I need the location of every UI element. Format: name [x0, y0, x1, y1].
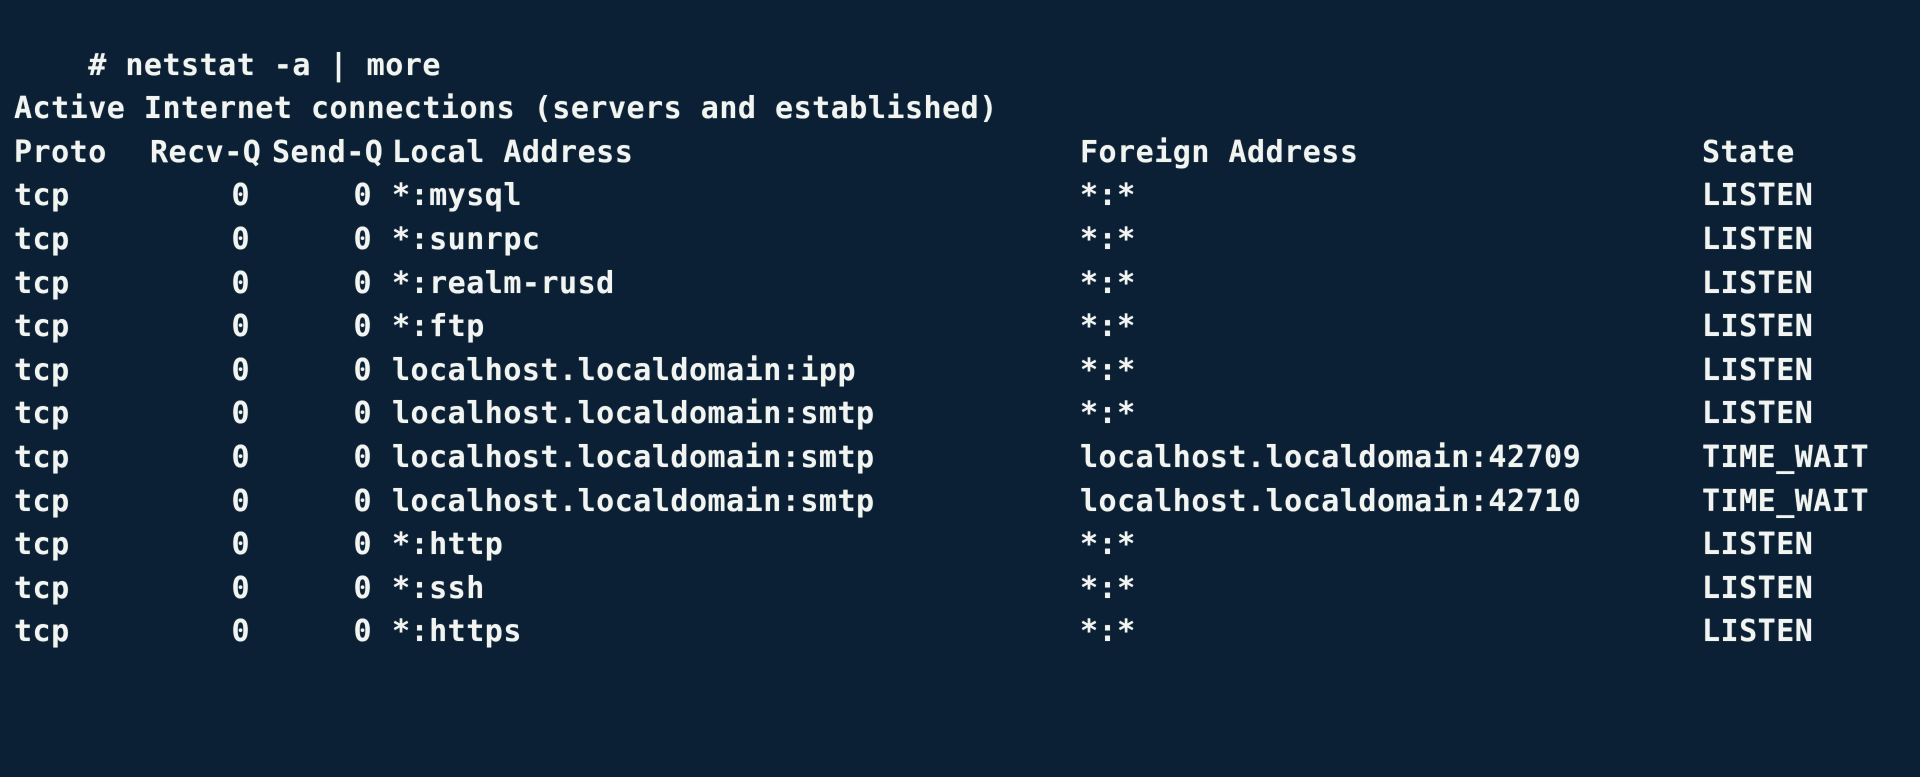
table-row: tcp 0 0 *:mysql *:* LISTEN — [0, 174, 1920, 218]
cell-state: LISTEN — [1702, 265, 1814, 301]
cell-recv-q: 0 — [231, 439, 250, 475]
cell-state: LISTEN — [1702, 396, 1814, 432]
table-row: tcp 0 0 *:http *:* LISTEN — [0, 523, 1920, 567]
cell-proto: tcp — [14, 352, 70, 388]
header-state: State — [1702, 134, 1795, 170]
table-row: tcp 0 0 *:sunrpc *:* LISTEN — [0, 218, 1920, 262]
cell-send-q: 0 — [353, 527, 372, 563]
cell-proto: tcp — [14, 439, 70, 475]
cell-foreign-address: *:* — [1080, 352, 1136, 388]
command-line: # netstat -a | more — [0, 0, 1920, 83]
cell-recv-q: 0 — [231, 178, 250, 214]
cell-send-q: 0 — [353, 570, 372, 606]
cell-foreign-address: *:* — [1080, 570, 1136, 606]
cell-local-address: localhost.localdomain:smtp — [392, 483, 875, 519]
cell-state: LISTEN — [1702, 178, 1814, 214]
cell-foreign-address: *:* — [1080, 221, 1136, 257]
cell-send-q: 0 — [353, 439, 372, 475]
table-row: tcp 0 0 *:https *:* LISTEN — [0, 610, 1920, 654]
table-row: tcp 0 0 localhost.localdomain:smtp localhost… — [0, 480, 1920, 524]
table-header-row: Proto Recv-Q Send-Q Local Address Foreig… — [0, 131, 1920, 175]
cell-local-address: localhost.localdomain:smtp — [392, 396, 875, 432]
cell-state: LISTEN — [1702, 352, 1814, 388]
cell-recv-q: 0 — [231, 221, 250, 257]
output-banner: Active Internet connections (servers and… — [14, 91, 998, 127]
connection-rows: tcp 0 0 *:mysql *:* LISTEN tcp 0 0 *:sunrpc *:* LIS… — [0, 174, 1920, 654]
cell-send-q: 0 — [353, 178, 372, 214]
cell-foreign-address: *:* — [1080, 396, 1136, 432]
cell-local-address: *:mysql — [392, 178, 522, 214]
cell-recv-q: 0 — [231, 483, 250, 519]
cell-send-q: 0 — [353, 265, 372, 301]
table-row: tcp 0 0 *:ssh *:* LISTEN — [0, 567, 1920, 611]
cell-recv-q: 0 — [231, 614, 250, 650]
cell-recv-q: 0 — [231, 352, 250, 388]
cell-send-q: 0 — [353, 614, 372, 650]
cell-send-q: 0 — [353, 396, 372, 432]
cell-proto: tcp — [14, 309, 70, 345]
cell-foreign-address: localhost.localdomain:42710 — [1080, 483, 1582, 519]
cell-foreign-address: *:* — [1080, 527, 1136, 563]
cell-state: TIME_WAIT — [1702, 483, 1870, 519]
cell-state: LISTEN — [1702, 527, 1814, 563]
cell-foreign-address: *:* — [1080, 265, 1136, 301]
table-row: tcp 0 0 localhost.localdomain:smtp localhost… — [0, 436, 1920, 480]
cell-foreign-address: localhost.localdomain:42709 — [1080, 439, 1582, 475]
cell-state: LISTEN — [1702, 614, 1814, 650]
table-row: tcp 0 0 *:ftp *:* LISTEN — [0, 305, 1920, 349]
cell-proto: tcp — [14, 527, 70, 563]
cell-recv-q: 0 — [231, 265, 250, 301]
cell-local-address: *:realm-rusd — [392, 265, 615, 301]
cell-state: LISTEN — [1702, 309, 1814, 345]
cell-foreign-address: *:* — [1080, 614, 1136, 650]
cell-send-q: 0 — [353, 483, 372, 519]
cell-proto: tcp — [14, 483, 70, 519]
cell-local-address: *:http — [392, 527, 504, 563]
cell-foreign-address: *:* — [1080, 309, 1136, 345]
cell-local-address: localhost.localdomain:smtp — [392, 439, 875, 475]
cell-proto: tcp — [14, 178, 70, 214]
cell-proto: tcp — [14, 396, 70, 432]
header-foreign-address: Foreign Address — [1080, 134, 1359, 170]
cell-send-q: 0 — [353, 352, 372, 388]
cell-state: TIME_WAIT — [1702, 439, 1870, 475]
cell-recv-q: 0 — [231, 396, 250, 432]
cell-foreign-address: *:* — [1080, 178, 1136, 214]
header-recv-q: Recv-Q — [150, 134, 262, 170]
cell-recv-q: 0 — [231, 309, 250, 345]
cell-send-q: 0 — [353, 221, 372, 257]
cell-send-q: 0 — [353, 309, 372, 345]
cell-recv-q: 0 — [231, 570, 250, 606]
table-row: tcp 0 0 localhost.localdomain:smtp *:* LISTEN — [0, 392, 1920, 436]
cell-proto: tcp — [14, 614, 70, 650]
cell-proto: tcp — [14, 265, 70, 301]
cell-local-address: *:ssh — [392, 570, 485, 606]
cell-proto: tcp — [14, 221, 70, 257]
cell-proto: tcp — [14, 570, 70, 606]
terminal-window[interactable]: # netstat -a | more Active Internet conn… — [0, 0, 1920, 777]
cell-local-address: localhost.localdomain:ipp — [392, 352, 857, 388]
table-row: tcp 0 0 localhost.localdomain:ipp *:* LISTEN — [0, 349, 1920, 393]
cell-local-address: *:https — [392, 614, 522, 650]
cell-recv-q: 0 — [231, 527, 250, 563]
cell-local-address: *:sunrpc — [392, 221, 541, 257]
header-local-address: Local Address — [392, 134, 634, 170]
cell-state: LISTEN — [1702, 221, 1814, 257]
header-send-q: Send-Q — [272, 134, 384, 170]
header-proto: Proto — [14, 134, 107, 170]
cell-local-address: *:ftp — [392, 309, 485, 345]
cell-state: LISTEN — [1702, 570, 1814, 606]
table-row: tcp 0 0 *:realm-rusd *:* LISTEN — [0, 262, 1920, 306]
